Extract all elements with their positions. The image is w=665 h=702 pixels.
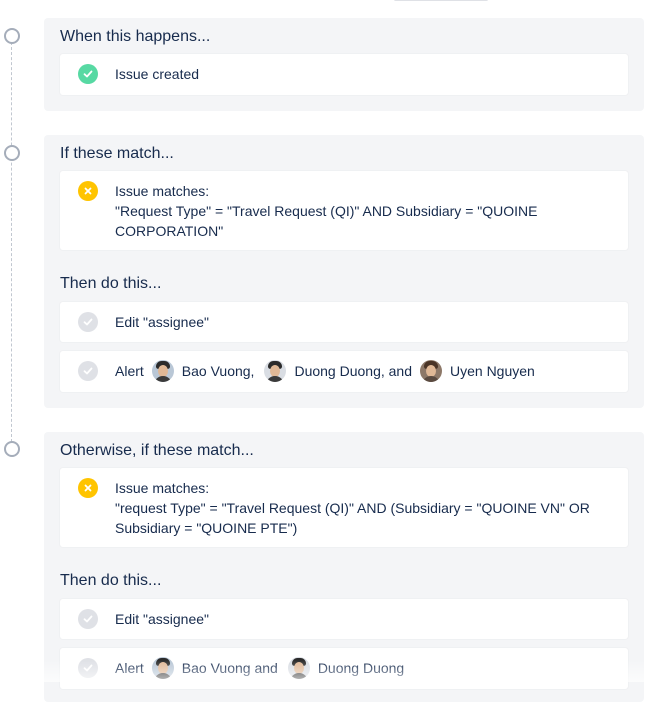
alert-recipients: Alert Bao Vuong and Duong Duong	[115, 657, 404, 679]
condition-2-title: Otherwise, if these match...	[60, 442, 254, 459]
user-name: Uyen Nguyen	[450, 363, 535, 379]
condition-2-action-edit[interactable]: Edit "assignee"	[60, 599, 628, 639]
condition-2-actions-title: Then do this...	[60, 572, 162, 589]
cross-circle-icon	[78, 478, 98, 498]
condition-2-section: Otherwise, if these match... Issue match…	[44, 432, 644, 702]
cross-circle-icon	[78, 181, 98, 201]
top-tab-indicator	[394, 0, 488, 1]
trigger-card[interactable]: Issue created	[60, 54, 628, 95]
alert-label: Alert	[115, 363, 144, 379]
trigger-section: When this happens... Issue created	[44, 18, 644, 111]
condition-2-query: "request Type" = "Travel Request (QI)" A…	[115, 500, 590, 536]
check-circle-icon	[78, 312, 98, 332]
condition-1-query: "Request Type" = "Travel Request (QI)" A…	[115, 203, 538, 239]
avatar-bao-vuong[interactable]	[151, 360, 174, 382]
condition-1-title: If these match...	[60, 145, 174, 162]
trigger-label: Issue created	[115, 66, 200, 82]
condition-1-actions-title: Then do this...	[60, 275, 162, 292]
user-name: Bao Vuong and	[181, 660, 278, 676]
avatar-duong-duong[interactable]	[287, 657, 310, 679]
alert-recipients: Alert Bao Vuong, Duong Duong, and Uyen N…	[115, 360, 535, 382]
timeline-connector	[11, 42, 12, 442]
condition-2-action-alert[interactable]: Alert Bao Vuong and Duong Duong	[60, 648, 628, 689]
timeline-node-condition-1	[4, 145, 20, 161]
alert-label: Alert	[115, 660, 144, 676]
trigger-title: When this happens...	[60, 28, 211, 45]
user-name: Bao Vuong,	[181, 363, 255, 379]
user-name: Duong Duong, and	[294, 363, 412, 379]
check-circle-icon	[78, 361, 98, 381]
condition-1-card[interactable]: Issue matches: "Request Type" = "Travel …	[60, 171, 628, 250]
user-name: Duong Duong	[317, 660, 405, 676]
condition-1-action-alert[interactable]: Alert Bao Vuong, Duong Duong, and Uyen N…	[60, 351, 628, 392]
check-circle-icon	[78, 64, 98, 84]
check-circle-icon	[78, 658, 98, 678]
condition-1-action-edit[interactable]: Edit "assignee"	[60, 302, 628, 342]
timeline-node-trigger	[4, 28, 20, 44]
edit-assignee-label: Edit "assignee"	[115, 314, 209, 330]
condition-2-card[interactable]: Issue matches: "request Type" = "Travel …	[60, 468, 628, 547]
avatar-bao-vuong[interactable]	[151, 657, 174, 679]
check-circle-icon	[78, 609, 98, 629]
avatar-uyen-nguyen[interactable]	[420, 360, 442, 382]
avatar-duong-duong[interactable]	[264, 360, 287, 382]
condition-2-label: Issue matches:	[115, 480, 210, 496]
condition-1-label: Issue matches:	[115, 183, 210, 199]
timeline-node-condition-2	[4, 441, 20, 457]
edit-assignee-label: Edit "assignee"	[115, 611, 209, 627]
condition-1-section: If these match... Issue matches: "Reques…	[44, 135, 644, 408]
